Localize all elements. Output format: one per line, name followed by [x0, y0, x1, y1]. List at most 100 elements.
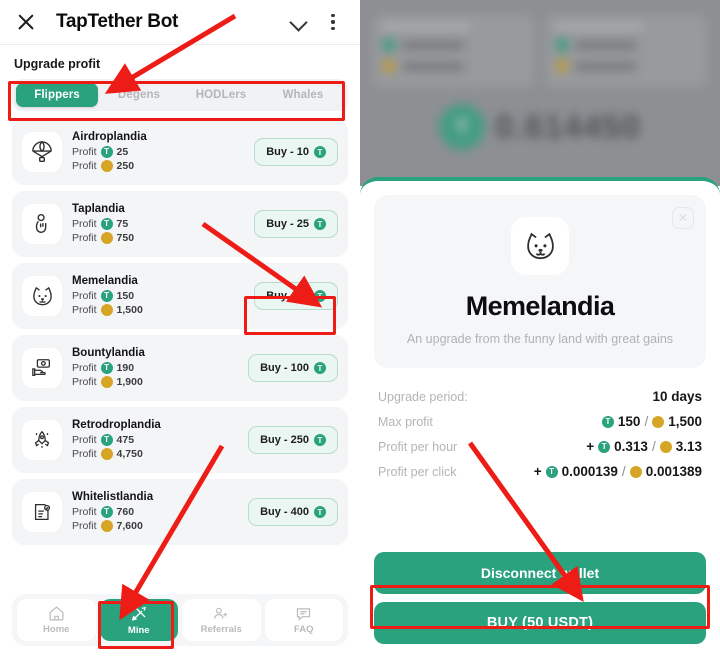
profit-token-row: Profit T 150 — [72, 289, 254, 303]
profit-token-value: 25 — [116, 146, 129, 158]
profit-token-row: Profit T 475 — [72, 433, 248, 447]
disconnect-wallet-button[interactable]: Disconnect wallet — [374, 552, 706, 594]
gold-coin-icon — [652, 415, 665, 428]
blurred-stat-card — [372, 14, 535, 88]
blurred-content: 0.614450 — [360, 0, 720, 150]
close-icon[interactable] — [14, 10, 38, 34]
profit-gold-row: Profit 250 — [72, 159, 254, 173]
profit-label: Profit — [72, 376, 97, 388]
profit-token-row: Profit T 760 — [72, 505, 248, 519]
gold-coin-icon — [659, 440, 672, 453]
close-icon[interactable]: ✕ — [672, 207, 694, 229]
profit-gold-value: 750 — [116, 232, 135, 244]
stat-value: + T 0.000139 / 0.001389 — [534, 464, 702, 479]
profit-token-value: 475 — [116, 434, 135, 446]
kebab-menu-icon[interactable] — [320, 9, 346, 35]
right-panel-upgrade-detail: 0.614450 ✕ Memelandia An upgrade from th… — [360, 0, 720, 660]
buy-button[interactable]: Buy - 100 T — [248, 354, 338, 382]
upgrade-card[interactable]: Whitelistlandia Profit T 760 Profit 7,60… — [12, 479, 348, 545]
stat-row-profit-per-hour: Profit per hour + T 0.313 / 3.13 — [378, 434, 702, 459]
buy-button[interactable]: Buy - 250 T — [248, 426, 338, 454]
profit-token-row: Profit T 25 — [72, 145, 254, 159]
profit-token-value: 760 — [116, 506, 135, 518]
buy-button-label: Buy - 25 — [266, 218, 309, 230]
blurred-stat-card — [545, 14, 708, 88]
upgrade-card[interactable]: Retrodroplandia Profit T 475 Profit 4,75… — [12, 407, 348, 473]
stat-row-max-profit: Max profit T 150 / 1,500 — [378, 409, 702, 434]
buy-button-label: Buy - 250 — [260, 434, 309, 446]
profit-gold-value: 7,600 — [116, 520, 143, 532]
token-coin-icon: T — [598, 440, 611, 453]
upgrade-name: Whitelistlandia — [72, 491, 154, 503]
profit-label: Profit — [72, 232, 97, 244]
blurred-kv — [555, 59, 698, 73]
upgrade-info: Bountylandia Profit T 190 Profit 1,900 — [72, 347, 248, 389]
rocket-icon — [22, 420, 62, 460]
gold-coin-icon — [100, 304, 113, 316]
upgrade-info: Taplandia Profit T 75 Profit 750 — [72, 203, 254, 245]
profit-label: Profit — [72, 218, 97, 230]
upgrade-name: Memelandia — [72, 275, 138, 287]
blurred-label — [555, 24, 644, 29]
gold-coin-icon — [100, 448, 113, 460]
profit-gold-value: 250 — [116, 160, 135, 172]
tab-flippers[interactable]: Flippers — [16, 83, 98, 107]
upgrade-info: Retrodroplandia Profit T 475 Profit 4,75… — [72, 419, 248, 461]
blurred-background: 0.614450 — [360, 0, 720, 186]
gold-coin-icon — [100, 232, 113, 244]
token-coin-icon: T — [314, 290, 326, 302]
chevron-down-icon[interactable] — [286, 9, 312, 35]
upgrade-card[interactable]: Taplandia Profit T 75 Profit 750 Buy - 2… — [12, 191, 348, 257]
token-coin-icon: T — [100, 218, 113, 230]
button-gap — [374, 594, 706, 602]
nav-item-faq[interactable]: FAQ — [264, 599, 343, 641]
gold-coin-icon — [100, 160, 113, 172]
stat-token-value: 0.000139 — [561, 464, 618, 479]
tab-degens[interactable]: Degens — [98, 83, 180, 107]
modal-hero: ✕ Memelandia An upgrade from the funny l… — [374, 195, 706, 368]
tier-tabs: Flippers Degens HODLers Whales — [12, 79, 348, 111]
modal-description: An upgrade from the funny land with grea… — [406, 332, 674, 346]
upgrade-info: Airdroplandia Profit T 25 Profit 250 — [72, 131, 254, 173]
upgrade-name: Airdroplandia — [72, 131, 147, 143]
token-coin-icon: T — [314, 362, 326, 374]
stat-plain-value: 10 days — [652, 389, 702, 404]
upgrade-card[interactable]: Bountylandia Profit T 190 Profit 1,900 B… — [12, 335, 348, 401]
profit-label: Profit — [72, 290, 97, 302]
section-title: Upgrade profit — [14, 57, 101, 71]
upgrade-list: Airdroplandia Profit T 25 Profit 250 Buy… — [0, 111, 360, 584]
profit-label: Profit — [72, 448, 97, 460]
nav-item-home[interactable]: Home — [17, 599, 96, 641]
stat-gold-value: 0.001389 — [645, 464, 702, 479]
stat-prefix: + — [533, 464, 542, 479]
stat-separator: / — [651, 439, 656, 454]
upgrade-info: Memelandia Profit T 150 Profit 1,500 — [72, 275, 254, 317]
upgrade-card[interactable]: Memelandia Profit T 150 Profit 1,500 Buy… — [12, 263, 348, 329]
stat-prefix: + — [586, 439, 595, 454]
profit-gold-row: Profit 7,600 — [72, 519, 248, 533]
blurred-label — [382, 24, 471, 29]
balance-amount: 0.614450 — [495, 108, 641, 145]
buy-button[interactable]: BUY (50 USDT) — [374, 602, 706, 644]
buy-button[interactable]: Buy - 50 T — [254, 282, 338, 310]
profit-label: Profit — [72, 362, 97, 374]
nav-item-mine[interactable]: Mine — [99, 599, 178, 641]
nav-item-referrals[interactable]: Referrals — [182, 599, 261, 641]
upgrade-name: Retrodroplandia — [72, 419, 161, 431]
tab-hodlers[interactable]: HODLers — [180, 83, 262, 107]
upgrade-card[interactable]: Airdroplandia Profit T 25 Profit 250 Buy… — [12, 119, 348, 185]
parachute-icon — [22, 132, 62, 172]
tabs-container: Flippers Degens HODLers Whales — [0, 79, 360, 111]
bottom-nav: Home Mine Referrals FAQ — [12, 594, 348, 646]
tab-whales[interactable]: Whales — [262, 83, 344, 107]
buy-button[interactable]: Buy - 25 T — [254, 210, 338, 238]
buy-button[interactable]: Buy - 10 T — [254, 138, 338, 166]
profit-token-row: Profit T 75 — [72, 217, 254, 231]
upgrade-info: Whitelistlandia Profit T 760 Profit 7,60… — [72, 491, 248, 533]
app-title: TapTether Bot — [56, 11, 179, 32]
gold-coin-icon — [100, 520, 113, 532]
stat-separator: / — [621, 464, 626, 479]
buy-button[interactable]: Buy - 400 T — [248, 498, 338, 526]
profit-label: Profit — [72, 304, 97, 316]
faq-chat-icon — [295, 605, 312, 622]
